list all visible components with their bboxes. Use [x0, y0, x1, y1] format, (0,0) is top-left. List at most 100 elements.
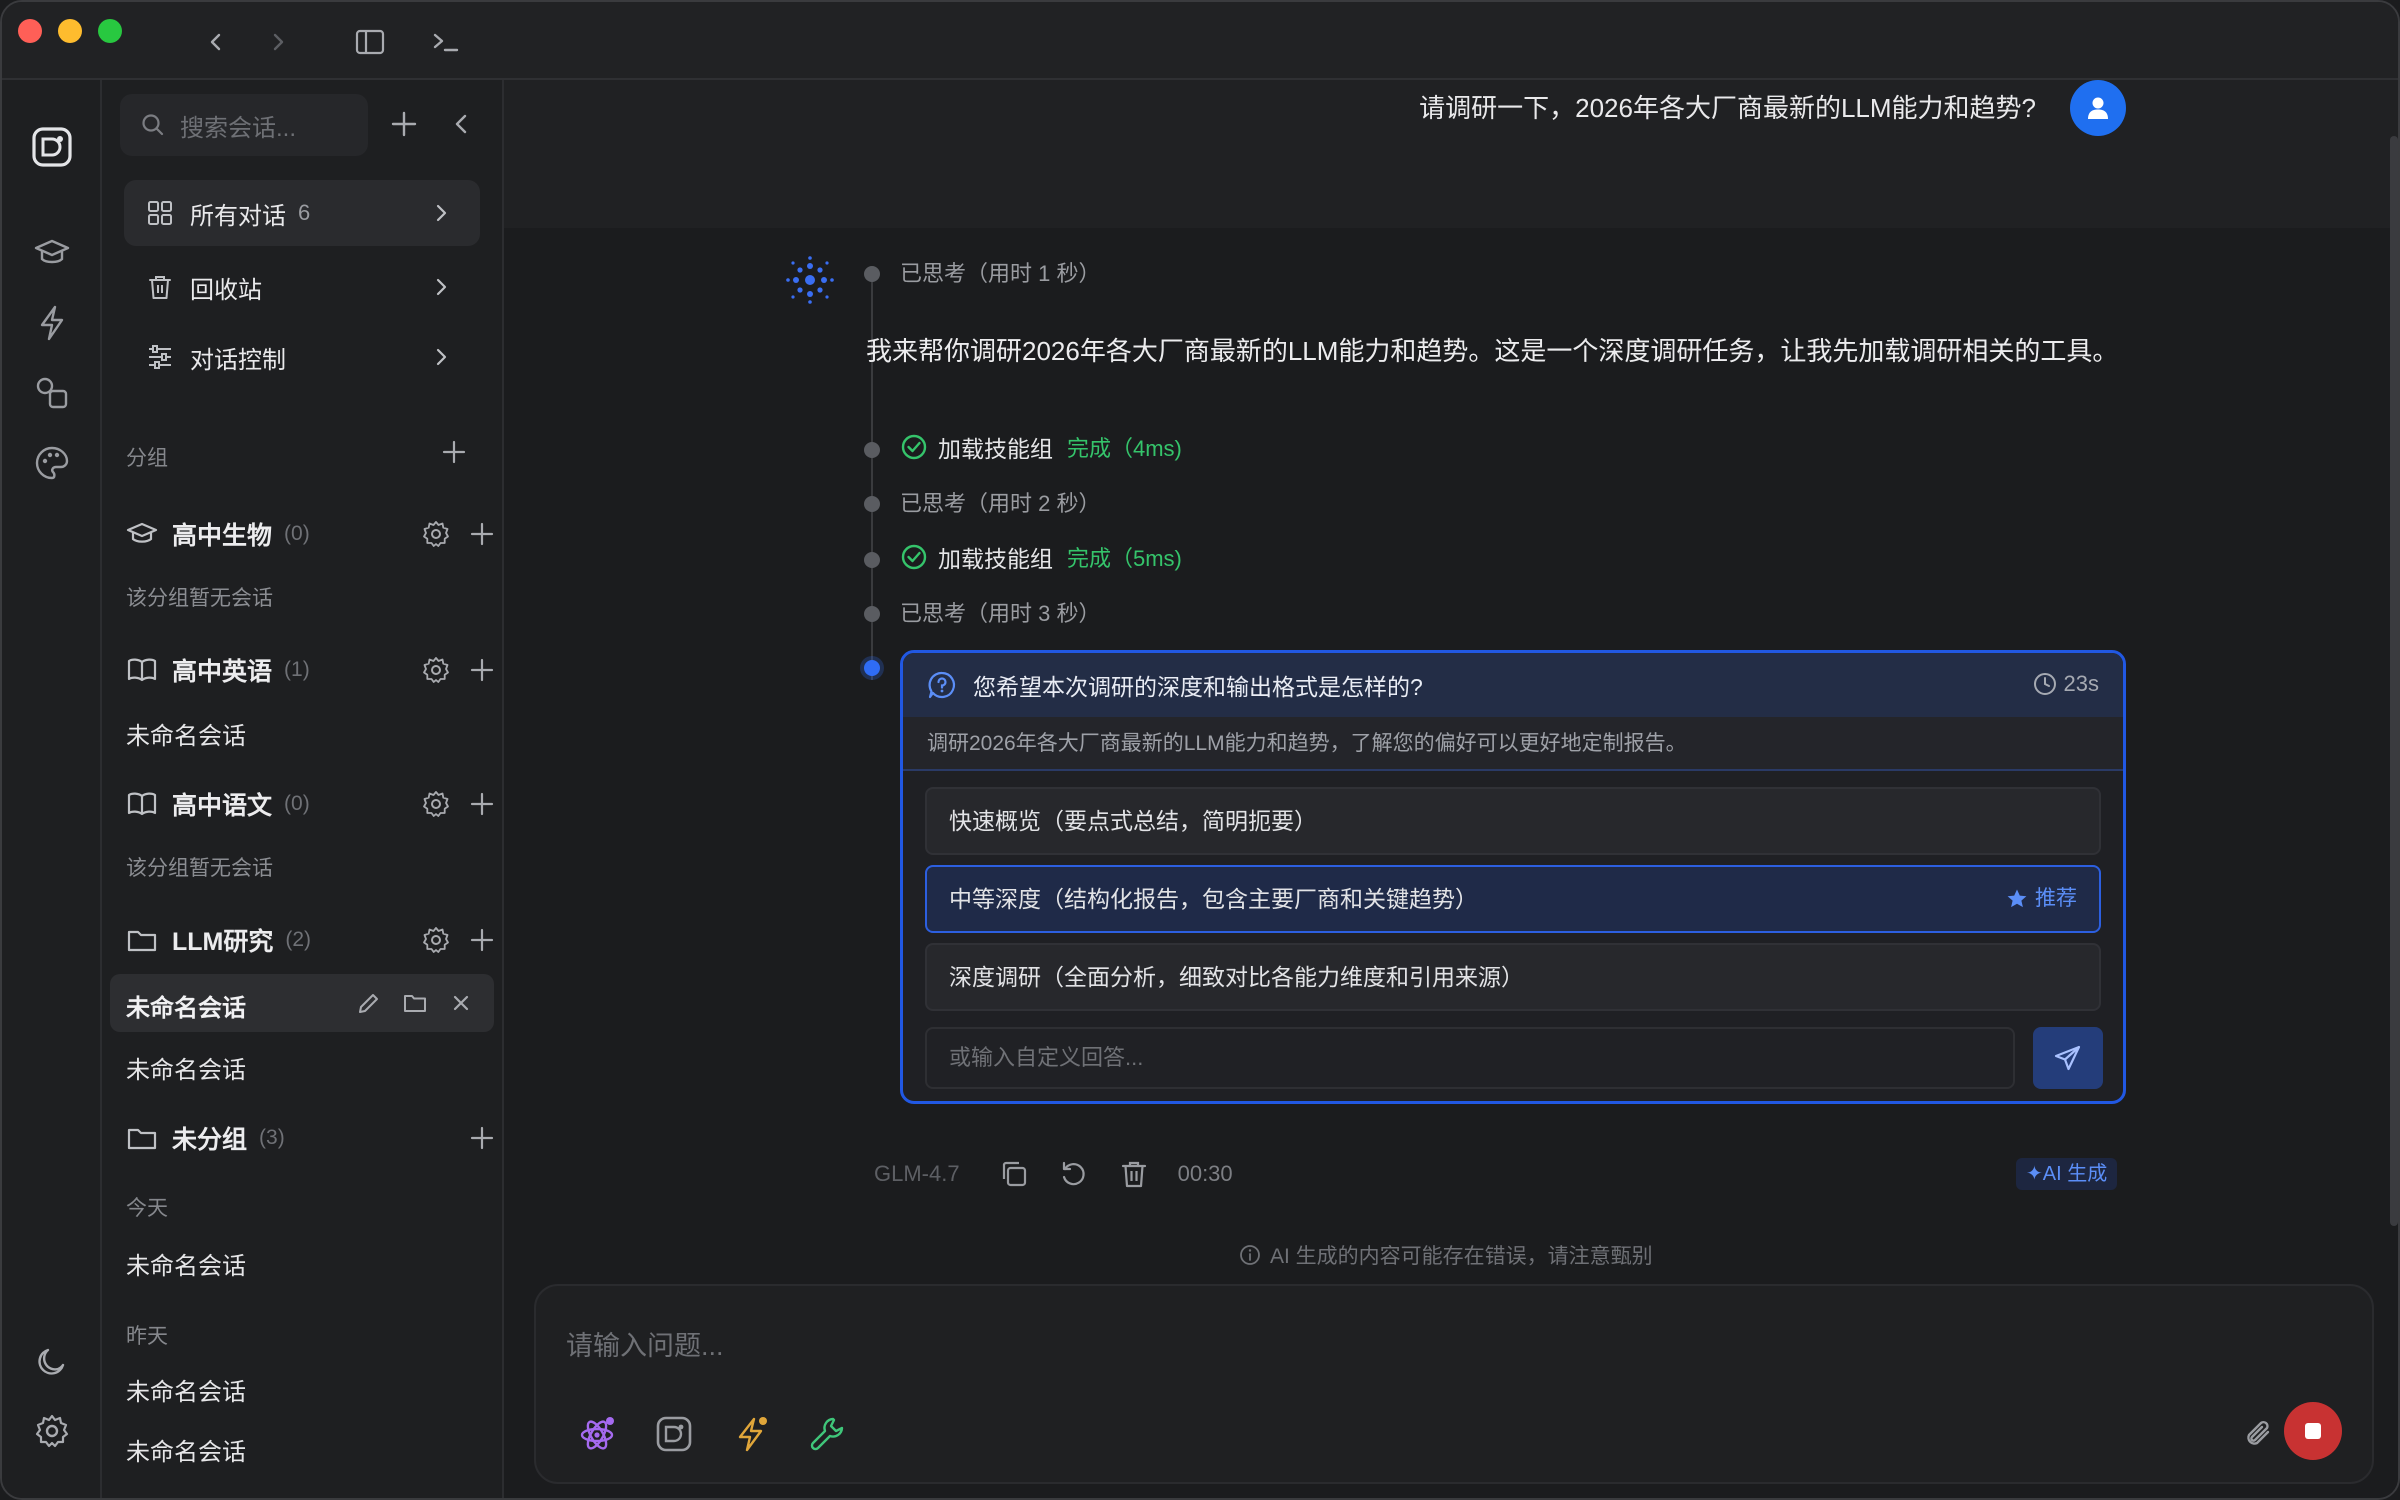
tool-name: 加载技能组 [938, 436, 1053, 462]
new-chat-plus-icon[interactable] [388, 108, 420, 140]
search-placeholder: 搜索会话... [180, 114, 297, 142]
regenerate-icon[interactable] [1058, 1158, 1090, 1190]
lightning-icon[interactable] [27, 298, 77, 348]
plus-icon[interactable] [468, 790, 496, 818]
trash-icon[interactable] [1118, 1158, 1150, 1190]
nav-trash[interactable]: 回收站 [124, 254, 480, 320]
toggle-sidebar-icon[interactable] [350, 22, 390, 62]
terminal-icon[interactable] [426, 22, 466, 62]
settings-icon[interactable] [27, 1406, 77, 1456]
tool-call[interactable]: 加载技能组 完成（5ms) [900, 540, 1182, 574]
thought-status[interactable]: 已思考（用时 2 秒） [900, 486, 1100, 518]
group-header[interactable]: 未分组 (3) [126, 1118, 494, 1158]
message-meta: GLM-4.7 00:30 [874, 1154, 1233, 1194]
forward-icon[interactable] [258, 22, 298, 62]
graduation-cap-icon[interactable] [27, 228, 77, 278]
stop-generation-button[interactable] [2284, 1402, 2342, 1460]
edit-pencil-icon[interactable] [356, 990, 382, 1016]
option-medium-depth[interactable]: 中等深度（结构化报告，包含主要厂商和关键趋势） 推荐 [925, 865, 2101, 933]
gear-icon[interactable] [422, 926, 450, 954]
gear-icon[interactable] [422, 656, 450, 684]
nav-all-conversations[interactable]: 所有对话 6 [124, 180, 480, 246]
thought-status[interactable]: 已思考（用时 1 秒） [900, 256, 1100, 288]
group-empty-text: 该分组暂无会话 [126, 587, 273, 610]
active-conversation-row[interactable]: 未命名会话 [110, 974, 494, 1032]
option-label: 深度调研（全面分析，细致对比各能力维度和引用来源） [949, 964, 1524, 990]
icon-rail [2, 80, 102, 1498]
send-answer-button[interactable] [2033, 1027, 2103, 1089]
timeline-dot [864, 606, 880, 622]
user-icon [2088, 97, 2108, 119]
tool-status: 完成（5ms) [1067, 546, 1182, 571]
conversation-item[interactable]: 未命名会话 [126, 716, 246, 751]
close-icon[interactable] [448, 990, 474, 1016]
shapes-icon[interactable] [27, 368, 77, 418]
move-folder-icon[interactable] [402, 990, 428, 1016]
moon-icon[interactable] [27, 1336, 77, 1386]
zoom-window-button[interactable] [98, 19, 122, 43]
message-input[interactable]: 请输入问题... [566, 1324, 724, 1363]
add-group-plus-icon[interactable] [440, 438, 468, 466]
gear-icon[interactable] [422, 790, 450, 818]
group-header[interactable]: LLM研究 (2) [126, 920, 494, 960]
collapse-sidebar-icon[interactable] [448, 110, 476, 138]
option-quick-overview[interactable]: 快速概览（要点式总结，简明扼要） [925, 787, 2101, 855]
question-bubble-icon [928, 671, 956, 699]
attachment-icon[interactable] [2236, 1410, 2284, 1458]
question-card: 您希望本次调研的深度和输出格式是怎样的? 23s 调研2026年各大厂商最新的L… [900, 650, 2126, 1104]
assistant-answer: 我来帮你调研2026年各大厂商最新的LLM能力和趋势。这是一个深度调研任务，让我… [866, 336, 2119, 366]
plus-icon[interactable] [468, 520, 496, 548]
scrollbar[interactable] [2390, 136, 2398, 1226]
avatar[interactable] [2070, 80, 2126, 136]
recommended-label: 推荐 [2035, 887, 2077, 910]
group-header[interactable]: 高中英语 (1) [126, 650, 494, 690]
trash-icon [149, 276, 171, 299]
back-icon[interactable] [196, 22, 236, 62]
chevron-right-icon [436, 348, 447, 366]
search-input[interactable]: 搜索会话... [120, 94, 368, 156]
group-header[interactable]: 高中语文 (0) [126, 784, 494, 824]
plus-icon[interactable] [468, 656, 496, 684]
group-count: (1) [284, 658, 310, 681]
timeline-dot [864, 266, 880, 282]
assistant-logo-icon [784, 254, 836, 306]
user-message-row: 请调研一下，2026年各大厂商最新的LLM能力和趋势? [504, 80, 2398, 228]
thought-status[interactable]: 已思考（用时 3 秒） [900, 596, 1100, 628]
group-count: (2) [285, 928, 312, 951]
tool-call[interactable]: 加载技能组 完成（4ms) [900, 430, 1182, 464]
app-logo-icon[interactable] [650, 1410, 698, 1458]
user-message: 请调研一下，2026年各大厂商最新的LLM能力和趋势? [1419, 93, 2036, 123]
palette-icon[interactable] [27, 438, 77, 488]
atom-model-icon[interactable] [574, 1410, 622, 1458]
conversation-item[interactable]: 未命名会话 [126, 988, 246, 1023]
option-deep-research[interactable]: 深度调研（全面分析，细致对比各能力维度和引用来源） [925, 943, 2101, 1011]
lightning-icon[interactable] [728, 1410, 776, 1458]
gear-icon[interactable] [422, 520, 450, 548]
recommended-badge: 推荐 [2005, 867, 2077, 931]
book-open-icon [127, 658, 157, 682]
app-window: 搜索会话... 所有对话 6 回收站 对话控制 分组 高中生物 (0) 该分组暂… [0, 0, 2400, 1500]
conversation-item[interactable]: 未命名会话 [126, 1432, 246, 1467]
conversation-item[interactable]: 未命名会话 [126, 1050, 246, 1085]
conversation-item[interactable]: 未命名会话 [126, 1372, 246, 1407]
app-logo-icon[interactable] [27, 122, 77, 172]
folder-icon [127, 1128, 157, 1150]
wrench-icon[interactable] [804, 1410, 852, 1458]
conversation-item[interactable]: 未命名会话 [126, 1246, 246, 1281]
group-header[interactable]: 高中生物 (0) [126, 514, 494, 554]
chat-main: 请调研一下，2026年各大厂商最新的LLM能力和趋势? 已思考（用时 1 秒） [504, 80, 2398, 1498]
copy-icon[interactable] [998, 1158, 1030, 1190]
tool-status: 完成（4ms) [1067, 436, 1182, 461]
folder-icon [127, 930, 157, 952]
nav-label: 回收站 [190, 276, 262, 304]
option-label: 中等深度（结构化报告，包含主要厂商和关键趋势） [949, 886, 1478, 912]
nav-label: 对话控制 [190, 346, 286, 374]
plus-icon[interactable] [468, 1124, 496, 1152]
sliders-icon [149, 345, 171, 369]
plus-icon[interactable] [468, 926, 496, 954]
close-window-button[interactable] [18, 19, 42, 43]
disclaimer-text: AI 生成的内容可能存在错误，请注意甄别 [1270, 1245, 1653, 1268]
custom-answer-input[interactable]: 或输入自定义回答... [925, 1027, 2015, 1089]
minimize-window-button[interactable] [58, 19, 82, 43]
nav-conversation-control[interactable]: 对话控制 [124, 324, 480, 390]
